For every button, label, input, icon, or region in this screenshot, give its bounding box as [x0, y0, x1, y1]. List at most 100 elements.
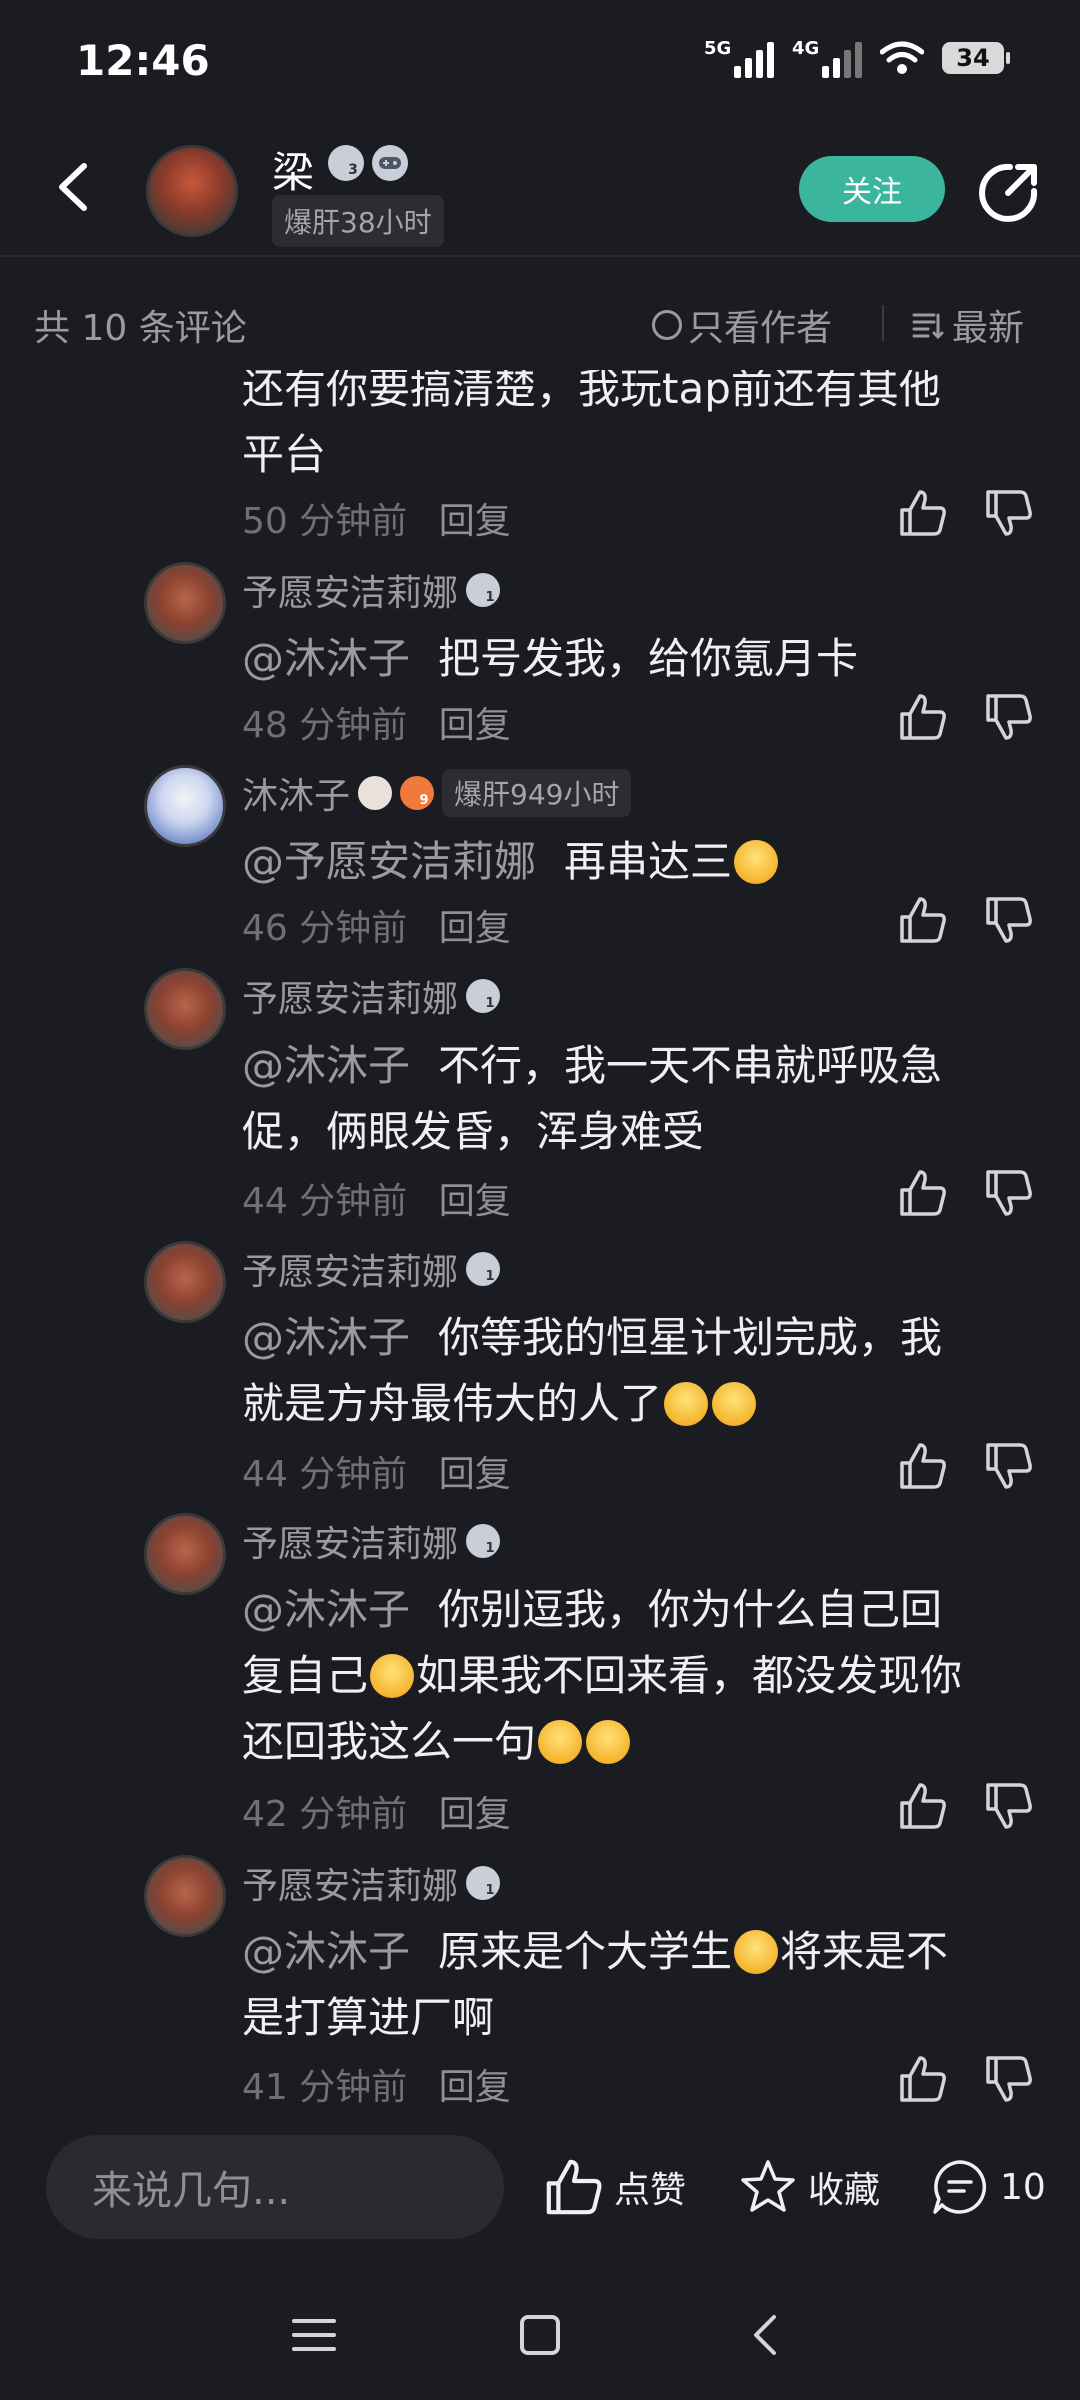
favorite-label: 收藏	[808, 2170, 881, 2211]
thumbs-down-icon[interactable]	[984, 1441, 1034, 1491]
reply-button[interactable]: 回复	[439, 1794, 511, 1835]
level-badge-icon: 1	[466, 1524, 501, 1558]
thumbs-down-icon[interactable]	[984, 1781, 1034, 1831]
mention-link[interactable]: @沐沐子	[242, 1927, 410, 1976]
reply-username[interactable]: 沐沐子 9 爆肝949小时	[242, 767, 632, 819]
reply-username[interactable]: 予愿安洁莉娜 1	[242, 1515, 501, 1567]
user-avatar[interactable]	[144, 1513, 226, 1595]
menu-icon[interactable]	[284, 2305, 344, 2365]
play-hours-tag: 爆肝949小时	[442, 769, 632, 817]
thumbs-up-icon	[546, 2159, 602, 2215]
thumbs-up-icon[interactable]	[898, 1781, 948, 1831]
back-nav-icon[interactable]	[736, 2305, 796, 2365]
only-author-toggle[interactable]: 只看作者	[652, 299, 832, 351]
author-name[interactable]: 梁	[272, 139, 314, 200]
crying-emoji-icon	[734, 840, 779, 884]
sort-button[interactable]: 最新	[912, 299, 1024, 351]
comment-text-line: 平台	[242, 430, 327, 479]
mention-link[interactable]: @予愿安洁莉娜	[242, 837, 536, 886]
character-badge-icon	[358, 776, 393, 810]
thumbs-up-icon[interactable]	[898, 2054, 948, 2104]
reply-button[interactable]: 回复	[439, 705, 511, 746]
like-button[interactable]: 点赞	[544, 2157, 686, 2217]
share-icon[interactable]	[976, 161, 1040, 225]
reply-text-line: 促，俩眼发昏，浑身难受	[242, 1107, 705, 1156]
comment-time: 50 分钟前	[242, 501, 408, 542]
comment-filter-bar: 共 10 条评论 只看作者 最新	[0, 257, 1080, 387]
author-avatar[interactable]	[146, 145, 238, 237]
comment-count: 共 10 条评论	[34, 308, 247, 349]
like-label: 点赞	[614, 2170, 687, 2211]
author-badges: 3	[328, 145, 408, 181]
divider	[882, 305, 884, 341]
reply-button[interactable]: 回复	[439, 908, 511, 949]
comment-time: 44 分钟前	[242, 1181, 408, 1222]
level-badge-icon: 1	[466, 573, 501, 607]
reply-username[interactable]: 予愿安洁莉娜 1	[242, 564, 501, 616]
sort-label: 最新	[952, 308, 1025, 349]
radio-circle-icon	[652, 310, 682, 340]
reply-username[interactable]: 予愿安洁莉娜 1	[242, 1857, 501, 1909]
back-button[interactable]	[44, 157, 104, 217]
reply-username[interactable]: 予愿安洁莉娜 1	[242, 1243, 501, 1295]
comments-button[interactable]: 10	[930, 2157, 1046, 2217]
smirk-emoji-icon	[538, 1720, 583, 1764]
comment-time: 48 分钟前	[242, 705, 408, 746]
mention-link[interactable]: @沐沐子	[242, 634, 410, 683]
thumbs-down-icon[interactable]	[984, 895, 1034, 945]
reply-button[interactable]: 回复	[439, 1181, 511, 1222]
smirk-emoji-icon	[734, 1930, 779, 1974]
love-emoji-icon	[712, 1382, 757, 1426]
comment-time: 44 分钟前	[242, 1454, 408, 1495]
favorite-button[interactable]: 收藏	[738, 2157, 880, 2217]
comment-time: 46 分钟前	[242, 908, 408, 949]
thumbs-up-icon[interactable]	[898, 488, 948, 538]
user-avatar[interactable]	[144, 968, 226, 1050]
user-avatar[interactable]	[144, 765, 226, 847]
post-header: 梁 3 爆肝38小时 关注	[0, 125, 1080, 257]
battery-icon: 34	[942, 42, 1010, 74]
home-square-icon[interactable]	[510, 2305, 570, 2365]
comment-input[interactable]: 来说几句...	[46, 2135, 504, 2239]
comment-meta: 46 分钟前 回复	[242, 899, 511, 951]
follow-button[interactable]: 关注	[799, 156, 945, 222]
thumbs-down-icon[interactable]	[984, 1168, 1034, 1218]
mention-link[interactable]: @沐沐子	[242, 1041, 410, 1090]
reply-username[interactable]: 予愿安洁莉娜 1	[242, 970, 501, 1022]
reply-button[interactable]: 回复	[439, 2067, 511, 2105]
comment-time: 41 分钟前	[242, 2067, 408, 2105]
level-badge-icon: 1	[466, 979, 501, 1013]
chevron-left-icon	[59, 163, 87, 211]
thumbs-up-icon[interactable]	[898, 692, 948, 742]
reply-text: @予愿安洁莉娜 再串达三	[242, 828, 1042, 896]
status-icons: 5G 4G 34	[704, 38, 1010, 78]
reply-button[interactable]: 回复	[439, 1454, 511, 1495]
reply-text: @沐沐子 不行，我一天不串就呼吸急	[242, 1041, 943, 1090]
user-avatar[interactable]	[144, 562, 226, 644]
wifi-icon	[880, 41, 924, 74]
comment-count-label: 10	[1000, 2166, 1046, 2208]
reply-text-line: 是打算进厂啊	[242, 1993, 495, 2042]
only-author-label: 只看作者	[688, 308, 833, 349]
thumbs-down-icon[interactable]	[984, 488, 1034, 538]
user-avatar[interactable]	[144, 1855, 226, 1937]
comment-meta: 44 分钟前 回复	[242, 1445, 511, 1497]
thumbs-up-icon[interactable]	[898, 1441, 948, 1491]
status-bar: 12:46 5G 4G 34	[0, 0, 1080, 125]
mention-link[interactable]: @沐沐子	[242, 1313, 410, 1362]
signal-5g-icon: 5G	[704, 38, 774, 78]
thumbs-up-icon[interactable]	[898, 1168, 948, 1218]
signal-4g-icon: 4G	[792, 38, 862, 78]
bottom-action-bar: 来说几句... 点赞 收藏 10	[0, 2105, 1080, 2265]
comment-time: 42 分钟前	[242, 1794, 408, 1835]
comment-meta: 48 分钟前 回复	[242, 696, 511, 748]
comment-bubble-icon	[933, 2160, 987, 2214]
reply-button[interactable]: 回复	[439, 501, 511, 542]
thumbs-down-icon[interactable]	[984, 2054, 1034, 2104]
thumbs-down-icon[interactable]	[984, 692, 1034, 742]
level-badge-icon: 3	[328, 145, 364, 181]
status-time: 12:46	[76, 36, 210, 85]
thumbs-up-icon[interactable]	[898, 895, 948, 945]
mention-link[interactable]: @沐沐子	[242, 1585, 410, 1634]
user-avatar[interactable]	[144, 1241, 226, 1323]
